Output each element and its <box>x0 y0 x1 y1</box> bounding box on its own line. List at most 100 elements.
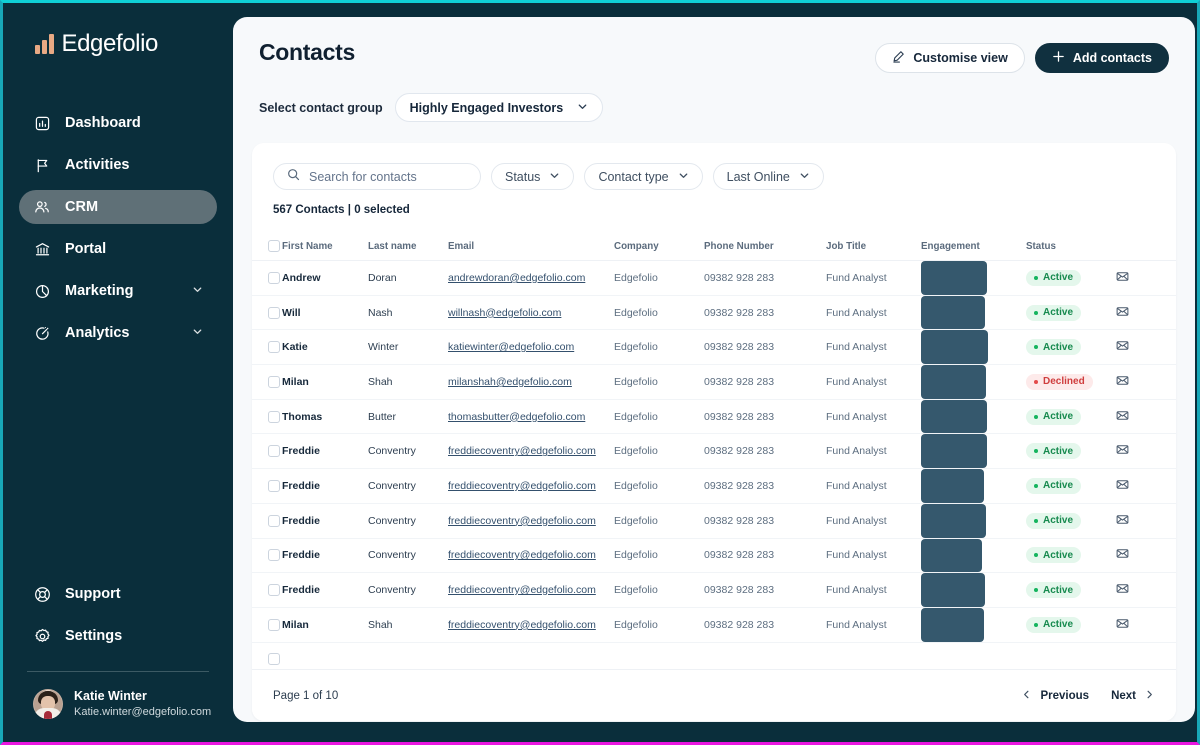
row-checkbox[interactable] <box>268 306 280 319</box>
envelope-icon[interactable] <box>1116 514 1129 529</box>
column-header-job-title[interactable]: Job Title <box>826 232 921 261</box>
engagement-bar <box>921 399 1026 434</box>
sidebar-user-profile[interactable]: Katie Winter Katie.winter@edgefolio.com <box>3 672 233 720</box>
envelope-icon[interactable] <box>1116 584 1129 598</box>
filter-chip-last-online[interactable]: Last Online <box>712 163 824 190</box>
cell-email[interactable]: thomasbutter@edgefolio.com <box>448 411 585 423</box>
sidebar-item-analytics[interactable]: Analytics <box>19 316 217 350</box>
sidebar-item-label: Support <box>65 586 121 603</box>
table-row[interactable]: Milan Shah freddiecoventry@edgefolio.com Ed… <box>252 607 1176 643</box>
table-row[interactable]: Katie Winter katiewinter@edgefolio.com Edge… <box>252 329 1176 366</box>
row-checkbox[interactable] <box>268 445 280 458</box>
table-row[interactable]: Will Nash willnash@edgefolio.com Edgefolio 0… <box>252 295 1176 331</box>
sidebar-item-marketing[interactable]: Marketing <box>19 274 217 308</box>
customise-view-button[interactable]: Customise view <box>875 43 1025 73</box>
column-header-engagement[interactable]: Engagement <box>921 232 1026 261</box>
column-header-company[interactable]: Company <box>614 232 704 261</box>
sidebar-item-portal[interactable]: Portal <box>19 232 217 266</box>
cell-first-name: Will <box>282 306 301 319</box>
cell-phone: 09382 928 283 <box>704 514 775 527</box>
cell-last-name: Conventry <box>368 479 416 492</box>
table-row[interactable]: Freddie Conventry freddiecoventry@edgefoli… <box>252 538 1176 574</box>
pagination: Previous Next <box>1021 687 1155 705</box>
sidebar-bottom: Support Settings Katie Winter Katie.wint… <box>3 577 233 742</box>
sidebar-item-settings[interactable]: Settings <box>19 619 217 653</box>
engagement-bar <box>921 607 1026 642</box>
cell-email[interactable]: willnash@edgefolio.com <box>448 307 561 319</box>
column-header-phone[interactable]: Phone Number <box>704 232 826 261</box>
sidebar-item-dashboard[interactable]: Dashboard <box>19 106 217 140</box>
table-row[interactable]: Milan Shah milanshah@edgefolio.com Edgefoli… <box>252 364 1176 400</box>
envelope-icon[interactable] <box>1116 445 1129 459</box>
table-row[interactable]: Freddie Conventry freddiecoventry@edgefoli… <box>252 468 1176 504</box>
add-contacts-button[interactable]: Add contacts <box>1034 43 1169 73</box>
envelope-icon[interactable] <box>1116 618 1129 633</box>
search-input[interactable] <box>309 169 467 184</box>
engagement-bar <box>921 573 1026 607</box>
previous-page-button[interactable]: Previous <box>1021 687 1089 705</box>
cell-last-name: Shah <box>368 375 393 388</box>
cell-job-title: Fund Analyst <box>826 410 887 423</box>
status-badge: Active <box>1026 408 1082 425</box>
cell-email[interactable]: freddiecoventry@edgefolio.com <box>448 619 596 631</box>
envelope-icon[interactable] <box>1116 341 1129 355</box>
row-checkbox[interactable] <box>268 584 280 597</box>
cell-last-name: Conventry <box>368 514 416 527</box>
sidebar-item-crm[interactable]: CRM <box>19 190 217 224</box>
cell-first-name: Milan <box>282 618 309 631</box>
contact-group-select[interactable]: Highly Engaged Investors <box>394 93 604 122</box>
chevron-down-icon[interactable] <box>192 283 203 299</box>
cell-email[interactable]: freddiecoventry@edgefolio.com <box>448 480 596 492</box>
column-header-last-name[interactable]: Last name <box>368 232 448 261</box>
sidebar-item-activities[interactable]: Activities <box>19 148 217 182</box>
cell-company: Edgefolio <box>614 445 658 458</box>
table-row[interactable]: Freddie Conventry freddiecoventry@edgefoli… <box>252 503 1176 539</box>
envelope-icon[interactable] <box>1116 410 1129 425</box>
sidebar-item-support[interactable]: Support <box>19 577 217 611</box>
engagement-bar <box>921 261 1026 295</box>
cell-email[interactable]: andrewdoran@edgefolio.com <box>448 272 585 284</box>
cell-email[interactable]: freddiecoventry@edgefolio.com <box>448 584 596 596</box>
cell-email[interactable]: freddiecoventry@edgefolio.com <box>448 515 596 527</box>
row-checkbox[interactable] <box>268 410 280 423</box>
row-checkbox[interactable] <box>268 479 280 492</box>
column-header-first-name[interactable]: First Name <box>282 232 368 261</box>
row-checkbox[interactable] <box>268 514 280 527</box>
row-checkbox[interactable] <box>268 271 280 284</box>
envelope-icon[interactable] <box>1116 376 1129 390</box>
status-label: Active <box>1043 272 1074 284</box>
row-checkbox[interactable] <box>268 341 280 354</box>
select-all-checkbox[interactable] <box>268 240 280 252</box>
row-checkbox[interactable] <box>268 653 280 666</box>
cell-email[interactable]: katiewinter@edgefolio.com <box>448 341 574 353</box>
column-header-status[interactable]: Status <box>1026 232 1116 261</box>
filter-chip-status[interactable]: Status <box>491 163 575 190</box>
chevron-down-icon[interactable] <box>192 325 203 341</box>
engagement-bar <box>921 503 1026 538</box>
row-checkbox[interactable] <box>268 549 280 562</box>
table-row[interactable]: Andrew Doran andrewdoran@edgefolio.com Edge… <box>252 260 1176 296</box>
envelope-icon[interactable] <box>1116 272 1129 286</box>
table-row[interactable]: Freddie Conventry freddiecoventry@edgefoli… <box>252 433 1176 470</box>
envelope-icon[interactable] <box>1116 549 1129 563</box>
brand-logo[interactable]: Edgefolio <box>3 3 233 58</box>
table-row[interactable]: Freddie Conventry freddiecoventry@edgefoli… <box>252 572 1176 608</box>
cell-phone: 09382 928 283 <box>704 375 775 388</box>
cell-email[interactable]: milanshah@edgefolio.com <box>448 376 572 388</box>
status-badge: Active <box>1026 547 1082 564</box>
status-badge: Active <box>1026 477 1082 494</box>
cell-job-title: Fund Analyst <box>826 306 887 319</box>
filter-chip-contact-type[interactable]: Contact type <box>584 163 703 190</box>
row-checkbox[interactable] <box>268 375 280 388</box>
column-header-email[interactable]: Email <box>448 232 614 261</box>
table-row[interactable]: Thomas Butter thomasbutter@edgefolio.com Ed… <box>252 399 1176 435</box>
envelope-icon[interactable] <box>1116 480 1129 494</box>
cell-first-name: Freddie <box>282 479 320 492</box>
next-page-button[interactable]: Next <box>1111 687 1155 705</box>
cell-email[interactable]: freddiecoventry@edgefolio.com <box>448 445 596 457</box>
search-box[interactable] <box>273 163 481 190</box>
cell-email[interactable]: freddiecoventry@edgefolio.com <box>448 549 596 561</box>
envelope-icon[interactable] <box>1116 306 1129 321</box>
bar-chart-logo-icon <box>35 34 54 54</box>
row-checkbox[interactable] <box>268 618 280 631</box>
